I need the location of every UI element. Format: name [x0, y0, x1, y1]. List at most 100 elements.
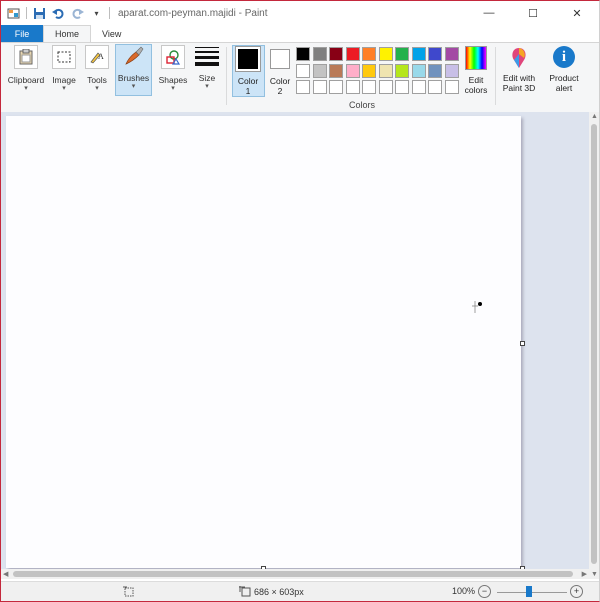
palette-swatch[interactable]	[411, 80, 426, 94]
palette-swatch[interactable]	[411, 47, 426, 61]
quick-access-toolbar: ▾	[1, 1, 110, 25]
shapes-label: Shapes	[158, 75, 188, 85]
minimize-button[interactable]: —	[467, 1, 511, 25]
palette-swatch[interactable]	[296, 80, 310, 94]
edit-colors-icon	[465, 46, 487, 70]
palette-swatch[interactable]	[428, 47, 442, 61]
palette-swatch[interactable]	[329, 63, 343, 78]
palette-swatch[interactable]	[362, 80, 376, 94]
scroll-down-icon[interactable]: ▼	[591, 571, 598, 578]
tools-label: Tools	[87, 75, 107, 85]
color2-label: Color	[269, 76, 291, 86]
resize-handle-right[interactable]	[520, 341, 525, 346]
drawing-canvas[interactable]	[6, 116, 521, 568]
undo-icon[interactable]	[52, 7, 65, 20]
vertical-scrollbar[interactable]: ▲ ▼	[589, 112, 599, 579]
save-icon[interactable]	[33, 7, 46, 20]
palette-swatch[interactable]	[296, 47, 310, 61]
maximize-button[interactable]: ☐	[511, 1, 555, 25]
shapes-icon	[161, 45, 185, 69]
zoom-level: 100%	[452, 586, 476, 596]
palette-swatch[interactable]	[444, 47, 459, 61]
paint3d-label-2: Paint 3D	[502, 83, 536, 93]
brushes-button[interactable]: Brushes ▾	[115, 45, 152, 91]
paint3d-label-1: Edit with	[502, 73, 536, 83]
zoom-slider-track[interactable]	[497, 592, 567, 593]
info-icon: i	[553, 46, 575, 68]
zoom-in-button[interactable]: +	[570, 585, 583, 598]
palette-swatch[interactable]	[362, 47, 376, 61]
ribbon: Clipboard ▾ Image ▾ A Tools ▾ Brushes ▾	[1, 42, 599, 113]
status-bar: 686 × 603px 100% − +	[1, 581, 599, 601]
chevron-down-icon: ▾	[95, 85, 99, 92]
chevron-down-icon: ▾	[62, 85, 66, 92]
color1-swatch-frame	[235, 46, 261, 72]
image-button[interactable]: Image ▾	[50, 45, 78, 93]
edit-colors-button[interactable]: Edit colors	[461, 46, 491, 95]
canvas-workspace	[1, 112, 589, 579]
palette-swatch[interactable]	[345, 63, 360, 78]
paint-app-icon[interactable]	[7, 7, 20, 20]
canvas-size-icon	[239, 586, 251, 597]
palette-swatch[interactable]	[329, 80, 343, 94]
palette-swatch[interactable]	[362, 63, 376, 78]
palette-swatch[interactable]	[378, 47, 393, 61]
palette-swatch[interactable]	[444, 80, 459, 94]
shapes-button[interactable]: Shapes ▾	[157, 45, 189, 93]
group-divider	[495, 47, 496, 105]
toolbar-separator	[109, 7, 110, 19]
edit-colors-label-1: Edit	[468, 75, 484, 85]
color2-button[interactable]: Color 2	[266, 46, 294, 96]
scroll-up-icon[interactable]: ▲	[591, 113, 598, 120]
zoom-slider-thumb[interactable]	[526, 586, 532, 597]
horizontal-scrollbar[interactable]: ◀ ▶	[1, 569, 589, 579]
zoom-out-button[interactable]: −	[478, 585, 491, 598]
scroll-left-icon[interactable]: ◀	[3, 570, 8, 578]
palette-swatch[interactable]	[312, 63, 327, 78]
clipboard-button[interactable]: Clipboard ▾	[5, 45, 47, 93]
tab-file[interactable]: File	[1, 25, 43, 42]
palette-swatch[interactable]	[411, 63, 426, 78]
palette-swatch[interactable]	[378, 80, 393, 94]
palette-swatch[interactable]	[395, 63, 409, 78]
size-button[interactable]: Size ▾	[193, 45, 221, 91]
palette-swatch[interactable]	[345, 80, 360, 94]
close-button[interactable]: ✕	[555, 1, 599, 25]
customize-dropdown-icon[interactable]: ▾	[90, 7, 103, 20]
palette-swatch[interactable]	[378, 63, 393, 78]
tab-view[interactable]: View	[91, 25, 132, 42]
palette-swatch[interactable]	[428, 63, 442, 78]
palette-swatch[interactable]	[329, 47, 343, 61]
tab-home[interactable]: Home	[43, 25, 92, 42]
redo-icon[interactable]	[71, 7, 84, 20]
select-icon	[52, 45, 76, 69]
crosshair-cursor-icon	[472, 301, 482, 313]
product-alert-button[interactable]: i Product alert	[545, 46, 583, 93]
colors-group-label: Colors	[349, 100, 376, 110]
horizontal-scroll-thumb[interactable]	[13, 571, 573, 577]
clipboard-label: Clipboard	[7, 75, 45, 85]
zoom-in-icon: +	[570, 585, 583, 598]
palette-swatch[interactable]	[296, 63, 310, 78]
palette-swatch[interactable]	[312, 47, 327, 61]
size-label: Size	[198, 73, 216, 83]
clipboard-icon	[14, 45, 38, 69]
chevron-down-icon: ▾	[131, 83, 136, 90]
ribbon-tabs: File Home View	[1, 25, 599, 42]
palette-swatch[interactable]	[428, 80, 442, 94]
paint3d-icon	[508, 46, 530, 70]
tools-button[interactable]: A Tools ▾	[83, 45, 111, 93]
edit-with-paint3d-button[interactable]: Edit with Paint 3D	[499, 46, 539, 93]
title-bar: ▾ aparat.com-peyman.majidi - Paint — ☐ ✕	[1, 1, 599, 25]
palette-swatch[interactable]	[312, 80, 327, 94]
palette-swatch[interactable]	[444, 63, 459, 78]
color1-number: 1	[245, 86, 251, 96]
scroll-right-icon[interactable]: ▶	[582, 570, 587, 578]
pencil-icon: A	[85, 45, 109, 69]
palette-swatch[interactable]	[345, 47, 360, 61]
svg-text:A: A	[98, 52, 104, 61]
palette-swatch[interactable]	[395, 80, 409, 94]
palette-swatch[interactable]	[395, 47, 409, 61]
color1-button[interactable]: Color 1	[233, 46, 263, 96]
vertical-scroll-thumb[interactable]	[591, 124, 597, 564]
